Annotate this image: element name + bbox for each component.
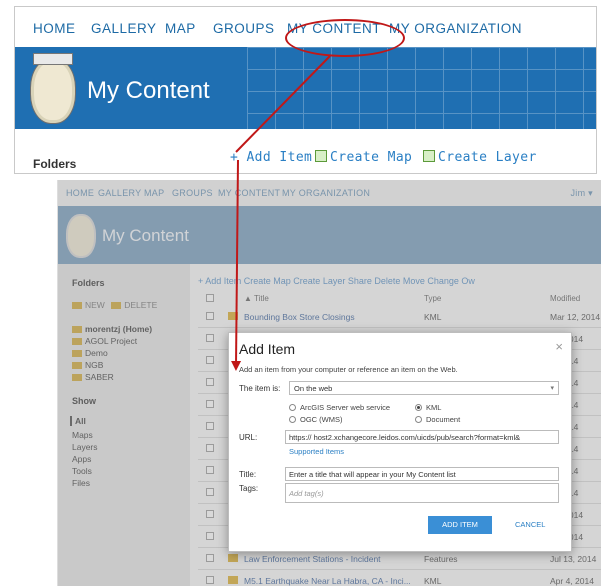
item-source-select[interactable]: On the web ▾ bbox=[289, 381, 559, 395]
title-field[interactable]: Enter a title that will appear in your M… bbox=[285, 467, 559, 481]
user-thumbnail bbox=[31, 59, 75, 123]
tags-placeholder: Add tag(s) bbox=[289, 489, 324, 498]
map-icon bbox=[315, 150, 327, 162]
banner-map-pattern bbox=[247, 47, 596, 129]
thumbnail-label-plate bbox=[33, 53, 73, 65]
nav-my-organization[interactable]: MY ORGANIZATION bbox=[389, 21, 522, 36]
dialog-title: Add Item bbox=[239, 341, 296, 357]
add-item-submit-button[interactable]: ADD ITEM bbox=[428, 516, 492, 534]
create-map-button[interactable]: Create Map bbox=[315, 150, 412, 165]
item-source-value: On the web bbox=[294, 384, 333, 393]
supported-items-link[interactable]: Supported Items bbox=[289, 447, 344, 456]
content-banner: My Content bbox=[15, 47, 596, 129]
cancel-button[interactable]: CANCEL bbox=[515, 520, 545, 529]
nav-gallery[interactable]: GALLERY bbox=[91, 21, 157, 36]
radio-label: KML bbox=[426, 403, 442, 412]
zoomed-header-panel: HOME GALLERY MAP GROUPS MY CONTENT MY OR… bbox=[14, 6, 597, 174]
item-is-label: The item is: bbox=[239, 384, 281, 393]
add-item-dialog: Add Item × Add an item from your compute… bbox=[228, 332, 572, 552]
dialog-description: Add an item from your computer or refere… bbox=[239, 365, 458, 374]
radio-arcgis-server[interactable]: ArcGIS Server web service bbox=[289, 403, 390, 412]
radio-label: Document bbox=[426, 415, 461, 424]
create-layer-button[interactable]: Create Layer bbox=[423, 150, 537, 165]
url-field[interactable]: https:// host2.xchangecore.leidos.com/ui… bbox=[285, 430, 559, 444]
highlight-oval bbox=[285, 19, 405, 57]
close-icon[interactable]: × bbox=[555, 339, 563, 354]
chevron-down-icon: ▾ bbox=[550, 385, 554, 392]
url-label: URL: bbox=[239, 433, 258, 442]
radio-label: OGC (WMS) bbox=[300, 415, 343, 424]
create-layer-label: Create Layer bbox=[438, 150, 537, 165]
layer-icon bbox=[423, 150, 435, 162]
add-item-button[interactable]: + Add Item bbox=[230, 150, 312, 165]
nav-home[interactable]: HOME bbox=[33, 21, 76, 36]
radio-circle-icon bbox=[415, 416, 422, 423]
radio-kml[interactable]: KML bbox=[415, 403, 441, 412]
radio-circle-icon bbox=[289, 404, 296, 411]
title-label: Title: bbox=[239, 470, 257, 479]
folders-heading: Folders bbox=[33, 157, 77, 171]
create-map-label: Create Map bbox=[330, 150, 413, 165]
radio-ogc-wms[interactable]: OGC (WMS) bbox=[289, 415, 343, 424]
radio-circle-icon bbox=[289, 416, 296, 423]
tags-field[interactable]: Add tag(s) bbox=[285, 483, 559, 503]
page-title: My Content bbox=[87, 77, 210, 104]
radio-circle-icon bbox=[415, 404, 422, 411]
radio-document[interactable]: Document bbox=[415, 415, 460, 424]
tags-label: Tags: bbox=[239, 484, 259, 493]
nav-groups[interactable]: GROUPS bbox=[213, 21, 275, 36]
nav-map[interactable]: MAP bbox=[165, 21, 196, 36]
radio-label: ArcGIS Server web service bbox=[300, 403, 391, 412]
